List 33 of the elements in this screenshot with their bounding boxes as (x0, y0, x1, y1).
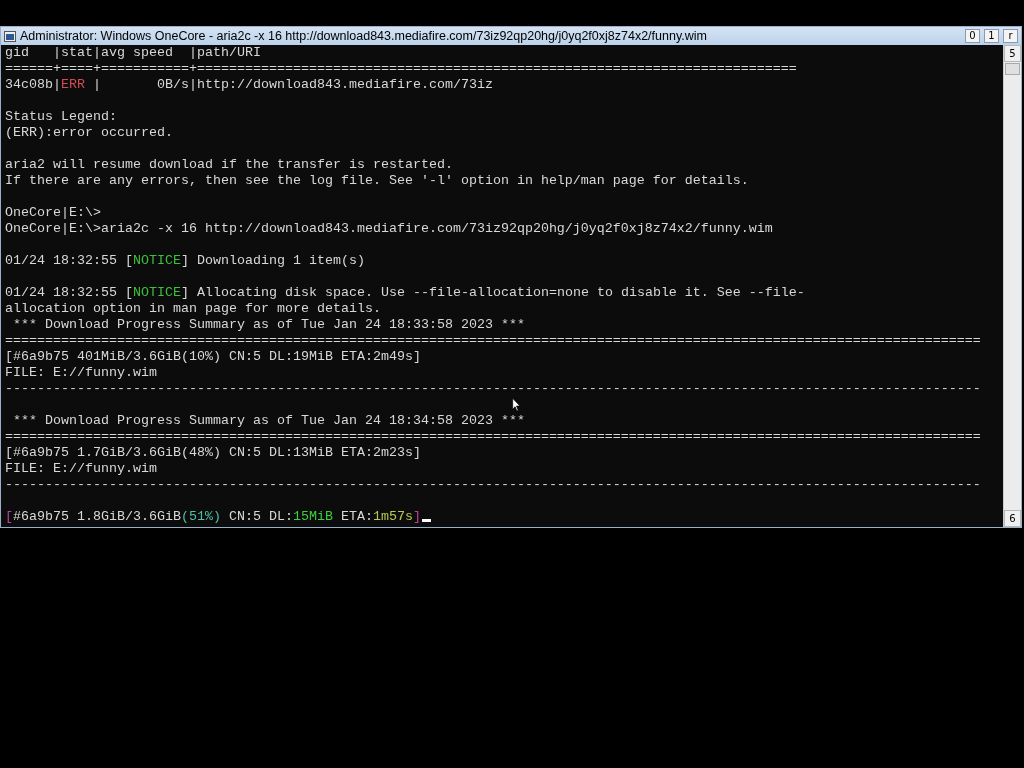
console-line: If there are any errors, then see the log file. See '-l' option in help/man page for details. (5, 173, 750, 189)
console-line: OneCore|E:\> (5, 205, 102, 221)
console-line: OneCore|E:\>aria2c -x 16 http://download843.mediafire.com/73iz92qp20hg/j0yq2f0xj8z74x2/funny.wim (5, 221, 774, 237)
window-title: Administrator: Windows OneCore - aria2c -x 16 http://download843.mediafire.com/73iz92qp20hg/j0yq2f0xj8z74x2/funny.wim (20, 29, 708, 43)
caption-button[interactable]: r (1003, 29, 1018, 43)
console-line: Status Legend: (5, 109, 118, 125)
console-line: FILE: E://funny.wim (5, 461, 158, 477)
scrollbar[interactable]: 5 6 (1003, 45, 1021, 527)
console-line: allocation option in man page for more details. (5, 301, 382, 317)
console-line: [#6a9b75 401MiB/3.6GiB(10%) CN:5 DL:19MiB ETA:2m49s] (5, 349, 422, 365)
console-line: ========================================================================================================================== (5, 429, 982, 445)
console-line: [#6a9b75 1.7GiB/3.6GiB(48%) CN:5 DL:13MiB ETA:2m23s] (5, 445, 422, 461)
console-line: [#6a9b75 1.8GiB/3.6GiB(51%) CN:5 DL:15MiB ETA:1m57s] (5, 509, 1003, 525)
mouse-pointer-icon (512, 398, 521, 412)
console-line: FILE: E://funny.wim (5, 365, 158, 381)
console-line: (ERR):error occurred. (5, 125, 174, 141)
scroll-thumb[interactable] (1005, 63, 1020, 75)
console-line: -------------------------------------------------------------------------------------------------------------------------- (5, 477, 982, 493)
console-line: gid |stat|avg speed |path/URI (5, 45, 262, 61)
console-line: ======+====+===========+=========================================================================== (5, 61, 798, 77)
console-icon (4, 30, 16, 42)
console-line: *** Download Progress Summary as of Tue Jan 24 18:34:58 2023 *** (12, 413, 526, 429)
console-line: aria2 will resume download if the transfer is restarted. (5, 157, 454, 173)
caption-button[interactable]: 1 (984, 29, 999, 43)
console-line: ========================================================================================================================== (5, 333, 982, 349)
caption-button[interactable]: 0 (965, 29, 980, 43)
console-line: 01/24 18:32:55 [NOTICE] Allocating disk space. Use --file-allocation=none to disable it. See --file- (5, 285, 806, 301)
scroll-down-button[interactable]: 6 (1004, 510, 1021, 527)
console-line: 34c08b|ERR | 0B/s|http://download843.mediafire.com/73iz (5, 77, 494, 93)
console-line: *** Download Progress Summary as of Tue Jan 24 18:33:58 2023 *** (12, 317, 526, 333)
console-line: -------------------------------------------------------------------------------------------------------------------------- (5, 381, 982, 397)
console-line: 01/24 18:32:55 [NOTICE] Downloading 1 item(s) (5, 253, 366, 269)
scroll-up-button[interactable]: 5 (1004, 45, 1021, 62)
